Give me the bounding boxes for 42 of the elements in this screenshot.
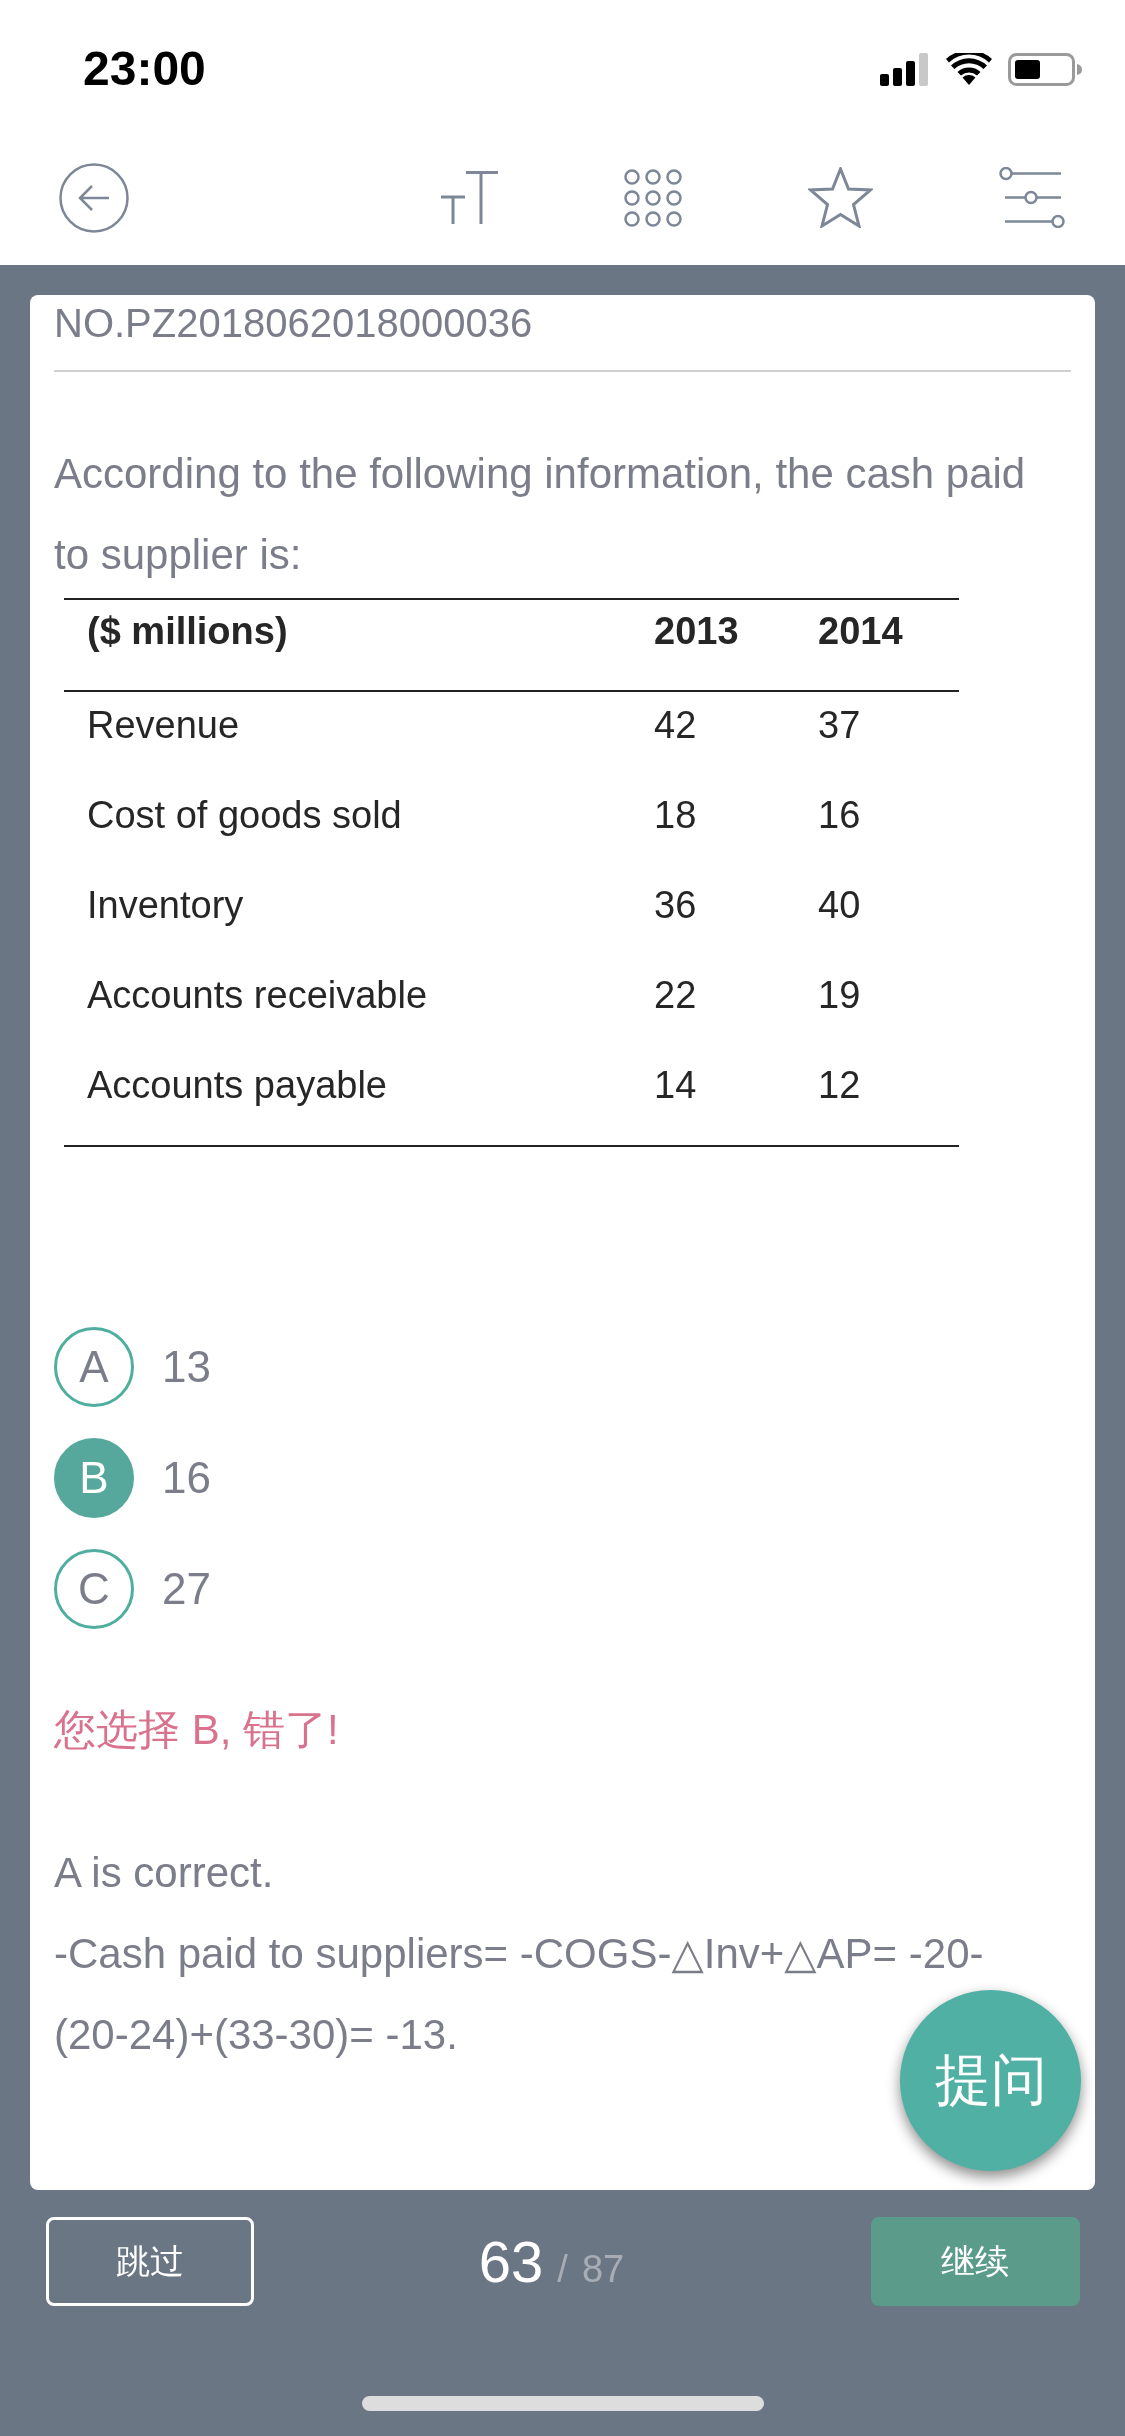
column-header: 2014 xyxy=(818,609,903,654)
table-cell-text: Accounts receivable xyxy=(87,973,428,1018)
skip-button[interactable]: 跳过 xyxy=(46,2217,254,2306)
question-text: According to the following information, the cash paid to supplier is: xyxy=(54,449,1027,580)
table-cell-text: 16 xyxy=(818,793,861,838)
signal-icon xyxy=(880,52,930,86)
table-cell-text: Inventory xyxy=(87,883,244,928)
option-letter[interactable]: A xyxy=(54,1327,134,1407)
progress-separator: / xyxy=(557,2248,568,2291)
explanation-text: A is correct. xyxy=(54,1848,275,1898)
option-text: 13 xyxy=(162,1340,211,1393)
column-header: 2013 xyxy=(654,609,739,654)
star-icon[interactable] xyxy=(808,167,873,228)
table-cell-text: Accounts payable xyxy=(87,1063,387,1108)
current-question-number: 63 xyxy=(478,2228,544,2295)
table-cell-text: Revenue xyxy=(87,703,240,748)
result-message: 您选择 B, 错了! xyxy=(54,1705,340,1755)
table-cell-text: 36 xyxy=(654,883,697,928)
grid-icon[interactable] xyxy=(624,168,682,227)
option-letter[interactable]: C xyxy=(54,1549,134,1629)
table-cell-text: Cost of goods sold xyxy=(87,793,402,838)
sliders-icon[interactable] xyxy=(999,167,1065,228)
font-size-icon[interactable] xyxy=(441,171,498,224)
option-text: 16 xyxy=(162,1451,211,1504)
table-cell-text: 19 xyxy=(818,973,861,1018)
total-questions: 87 xyxy=(581,2248,625,2291)
table-cell-text: 12 xyxy=(818,1063,861,1108)
table-cell-text: 18 xyxy=(654,793,697,838)
table-cell-text: 40 xyxy=(818,883,861,928)
option-text: 27 xyxy=(162,1562,211,1615)
back-icon[interactable] xyxy=(59,162,129,233)
table-cell-text: 37 xyxy=(818,703,861,748)
wifi-icon xyxy=(946,53,992,85)
table-cell-text: 42 xyxy=(654,703,697,748)
table-cell-text: 14 xyxy=(654,1063,697,1108)
battery-icon xyxy=(1008,52,1082,86)
option-letter[interactable]: B xyxy=(54,1438,134,1518)
continue-button[interactable]: 继续 xyxy=(871,2217,1080,2306)
table-cell-text: 22 xyxy=(654,973,697,1018)
status-time: 23:00 xyxy=(83,45,206,93)
column-header: ($ millions) xyxy=(87,609,288,654)
question-number: NO.PZ2018062018000036 xyxy=(54,301,533,345)
